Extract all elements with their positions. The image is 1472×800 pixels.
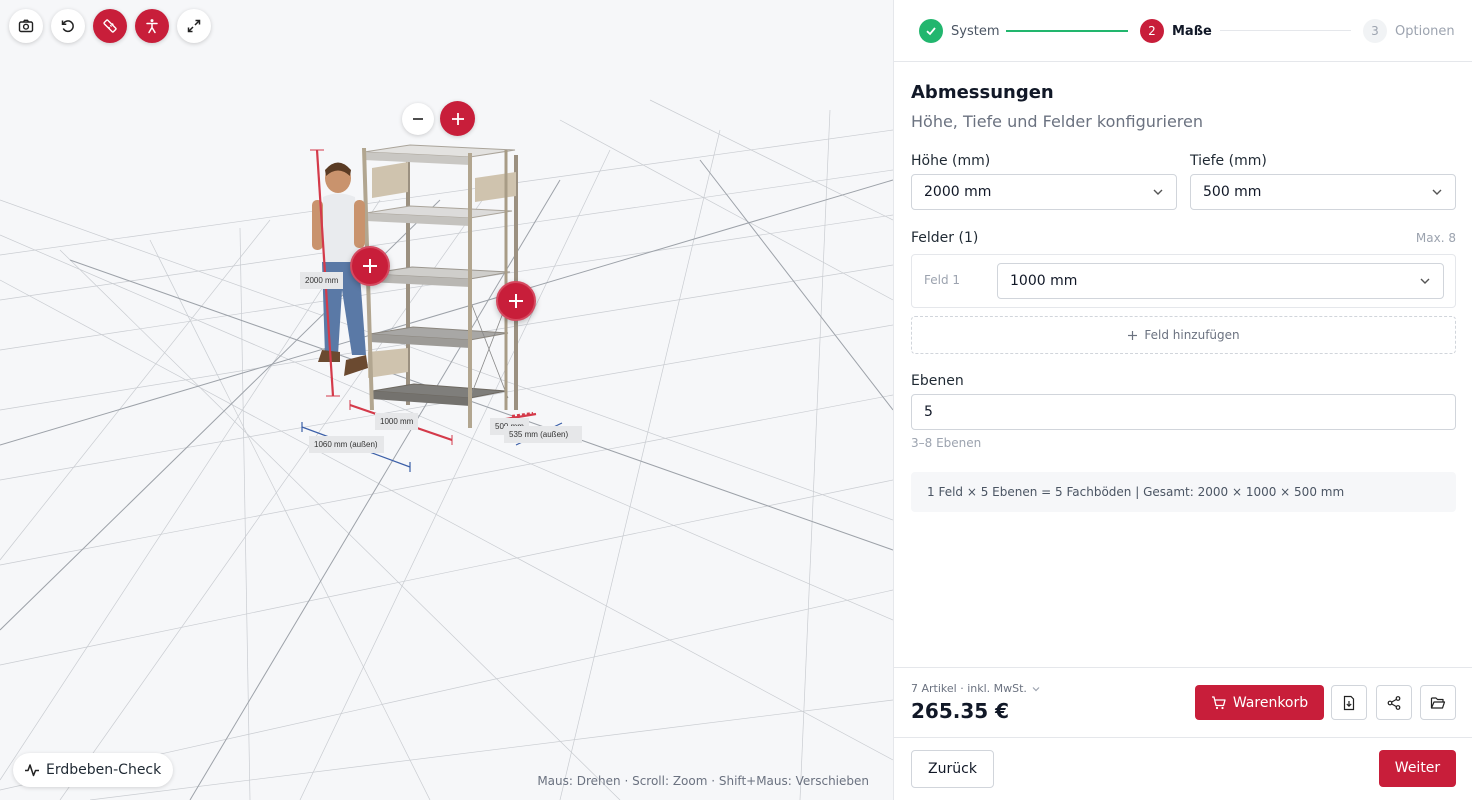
reset-rotation-icon — [61, 20, 74, 33]
height-select-value: 2000 mm — [924, 184, 992, 200]
depth-select-value: 500 mm — [1203, 184, 1262, 200]
field-row: Feld 1 1000 mm — [911, 254, 1456, 308]
add-field-right-marker[interactable] — [496, 281, 536, 321]
toggle-human-button[interactable] — [135, 9, 169, 43]
plus-icon — [1128, 330, 1138, 340]
plus-icon — [363, 259, 377, 273]
step-label: System — [951, 23, 1000, 39]
step-masse[interactable]: 2 Maße — [1140, 19, 1212, 43]
stepper: System 2 Maße 3 Optionen — [894, 0, 1472, 62]
next-button[interactable]: Weiter — [1379, 750, 1456, 787]
levels-help: 3–8 Ebenen — [911, 436, 982, 450]
section-title: Abmessungen — [911, 82, 1054, 103]
back-button[interactable]: Zurück — [911, 750, 994, 788]
depth-select[interactable]: 500 mm — [1190, 174, 1456, 210]
step-number: 2 — [1140, 19, 1164, 43]
check-icon — [919, 19, 943, 43]
human-figure-icon — [146, 19, 158, 34]
item-count-toggle[interactable]: 7 Artikel · inkl. MwSt. — [911, 682, 1041, 695]
file-download-icon — [1343, 695, 1355, 710]
levels-label: Ebenen — [911, 373, 964, 389]
navigation-bar: Zurück Weiter — [894, 737, 1472, 800]
field-width-select[interactable]: 1000 mm — [997, 263, 1444, 299]
outer-width-dimension-label: 1060 mm (außen) — [309, 436, 384, 453]
add-field-button[interactable]: Feld hinzufügen — [911, 316, 1456, 354]
load-configuration-button[interactable] — [1420, 685, 1456, 720]
step-label: Maße — [1172, 23, 1212, 39]
folder-open-icon — [1430, 696, 1446, 709]
fullscreen-icon — [187, 19, 201, 33]
step-number: 3 — [1363, 19, 1387, 43]
earthquake-check-button[interactable]: Erdbeben-Check — [13, 753, 174, 787]
toggle-dimensions-button[interactable] — [93, 9, 127, 43]
reset-view-button[interactable] — [51, 9, 85, 43]
share-button[interactable] — [1376, 685, 1412, 720]
height-select[interactable]: 2000 mm — [911, 174, 1177, 210]
step-system[interactable]: System — [919, 19, 999, 43]
3d-viewport[interactable]: 2000 mm 1000 mm 1060 mm (außen) 500 mm 5… — [0, 0, 893, 800]
width-dimension-label: 1000 mm — [375, 413, 419, 430]
height-dimension-label: 2000 mm — [300, 272, 344, 289]
add-field-label: Feld hinzufügen — [1144, 328, 1240, 342]
step-connector-done — [1006, 30, 1128, 32]
plus-icon — [451, 112, 464, 125]
shelf-model — [362, 144, 518, 428]
activity-icon — [25, 764, 39, 777]
plus-icon — [509, 294, 523, 308]
step-connector-pending — [1220, 30, 1351, 31]
fields-max-label: Max. 8 — [1415, 231, 1456, 245]
field-width-value: 1000 mm — [1010, 273, 1078, 289]
configuration-summary: 1 Feld × 5 Ebenen = 5 Fachböden | Gesamt… — [911, 472, 1456, 512]
cart-button-label: Warenkorb — [1232, 694, 1309, 711]
price-bar: 7 Artikel · inkl. MwSt. 265.35 € Warenko… — [894, 667, 1472, 737]
outer-depth-dimension-label: 535 mm (außen) — [504, 426, 582, 443]
section-subtitle: Höhe, Tiefe und Felder konfigurieren — [911, 112, 1203, 131]
step-label: Optionen — [1395, 23, 1455, 39]
fields-label: Felder (1) — [911, 230, 979, 246]
floor-grid — [0, 99, 893, 800]
remove-level-button[interactable] — [402, 103, 434, 135]
fullscreen-button[interactable] — [177, 9, 211, 43]
step-optionen[interactable]: 3 Optionen — [1363, 19, 1455, 43]
minus-icon — [413, 118, 423, 120]
total-price: 265.35 € — [911, 699, 1010, 723]
field-row-label: Feld 1 — [924, 273, 961, 287]
configurator-panel: System 2 Maße 3 Optionen Abmessungen Höh… — [893, 0, 1472, 800]
add-to-cart-button[interactable]: Warenkorb — [1195, 685, 1324, 720]
chevron-down-icon — [1153, 189, 1163, 195]
height-label: Höhe (mm) — [911, 153, 991, 169]
add-field-left-marker[interactable] — [350, 246, 390, 286]
camera-icon — [18, 19, 34, 33]
item-count: 7 Artikel · inkl. MwSt. — [911, 682, 1027, 695]
share-icon — [1387, 695, 1401, 710]
earthquake-check-label: Erdbeben-Check — [46, 762, 162, 778]
ruler-icon — [103, 19, 117, 33]
levels-input[interactable]: 5 — [911, 394, 1456, 430]
add-level-button[interactable] — [440, 101, 475, 136]
screenshot-button[interactable] — [9, 9, 43, 43]
depth-label: Tiefe (mm) — [1190, 153, 1267, 169]
chevron-down-icon — [1032, 686, 1040, 691]
chevron-down-icon — [1420, 278, 1430, 284]
download-pdf-button[interactable] — [1331, 685, 1367, 720]
cart-icon — [1211, 695, 1226, 709]
chevron-down-icon — [1432, 189, 1442, 195]
controls-hint: Maus: Drehen · Scroll: Zoom · Shift+Maus… — [537, 774, 869, 788]
